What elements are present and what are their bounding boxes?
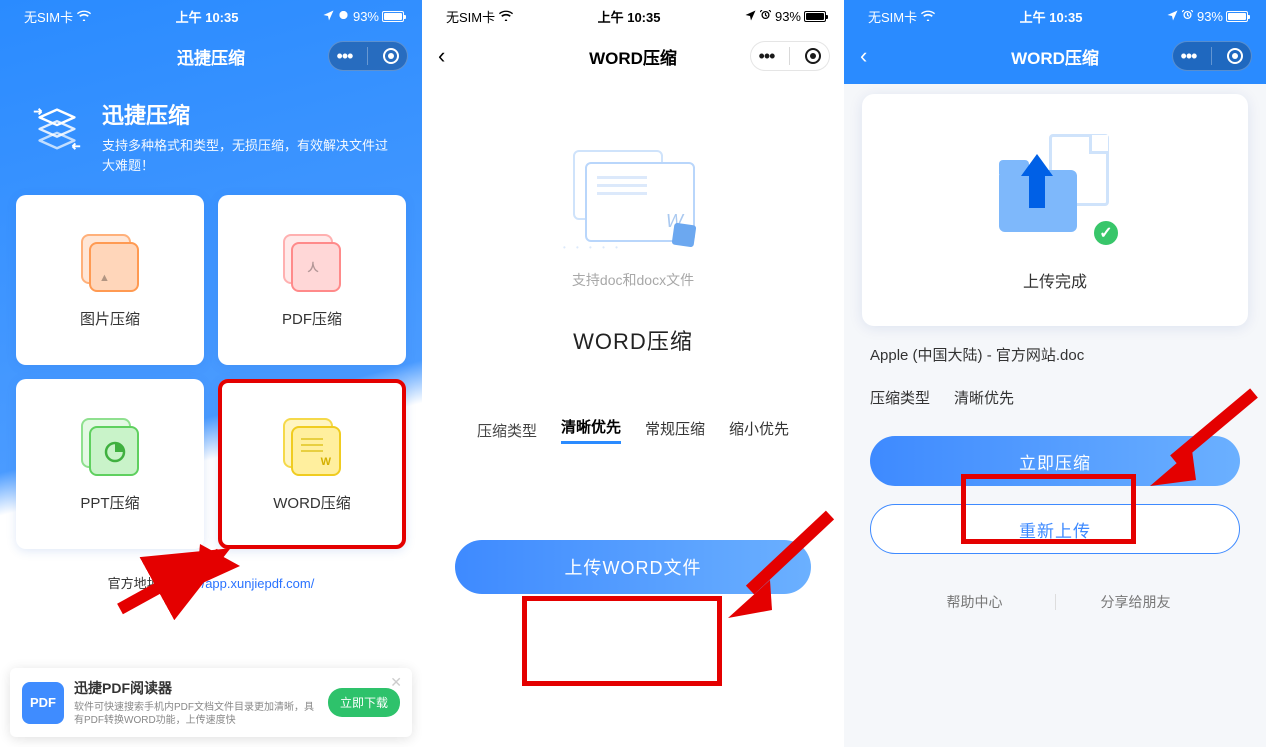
status-bar: 无SIM卡 上午 10:35 93% bbox=[422, 0, 844, 32]
card-label: WORD压缩 bbox=[273, 492, 351, 513]
card-pdf-compress[interactable]: 人 PDF压缩 bbox=[218, 195, 406, 365]
footer-link[interactable]: 官方地址：http://app.xunjiepdf.com/ bbox=[0, 573, 422, 592]
option-minsize[interactable]: 缩小优先 bbox=[729, 418, 789, 443]
page-title: WORD压缩 bbox=[589, 44, 677, 69]
image-icon: ▲ bbox=[79, 232, 141, 294]
navbar: 迅捷压缩 ••• bbox=[0, 32, 422, 80]
sim-status: 无SIM卡 bbox=[868, 7, 917, 26]
footer-prefix: 官方地址： bbox=[108, 576, 173, 591]
more-icon[interactable]: ••• bbox=[337, 47, 353, 65]
location-icon bbox=[1167, 9, 1178, 24]
battery-icon bbox=[382, 11, 404, 22]
capsule-menu[interactable]: ••• bbox=[1172, 41, 1252, 71]
compress-button[interactable]: 立即压缩 bbox=[870, 436, 1240, 486]
battery-percent: 93% bbox=[353, 9, 379, 24]
card-image-compress[interactable]: ▲ 图片压缩 bbox=[16, 195, 204, 365]
close-miniapp-icon[interactable] bbox=[805, 48, 821, 64]
card-word-compress[interactable]: W WORD压缩 bbox=[218, 379, 406, 549]
location-icon bbox=[745, 9, 756, 24]
option-label: 压缩类型 bbox=[477, 420, 537, 441]
uploaded-filename: Apple (中国大陆) - 官方网站.doc bbox=[844, 344, 1266, 365]
section-title: WORD压缩 bbox=[573, 324, 693, 356]
pdf-icon: 人 bbox=[281, 232, 343, 294]
alarm-icon bbox=[1182, 9, 1193, 24]
upload-button[interactable]: 上传WORD文件 bbox=[455, 540, 811, 594]
option-normal[interactable]: 常规压缩 bbox=[645, 418, 705, 443]
status-time: 上午 10:35 bbox=[1020, 7, 1083, 26]
back-button[interactable]: ‹ bbox=[860, 43, 867, 69]
close-miniapp-icon[interactable] bbox=[383, 48, 399, 64]
screen-compress-ready: 无SIM卡 上午 10:35 93% ‹ WORD压缩 ••• ✓ 上传完成 A… bbox=[844, 0, 1266, 747]
wifi-icon bbox=[77, 9, 91, 24]
page-title: WORD压缩 bbox=[1011, 44, 1099, 69]
ad-close-icon[interactable]: ✕ bbox=[390, 674, 402, 691]
card-label: PDF压缩 bbox=[282, 308, 342, 329]
compress-type-row: 压缩类型 清晰优先 bbox=[844, 387, 1266, 408]
battery-icon bbox=[1226, 11, 1248, 22]
upload-done-text: 上传完成 bbox=[1023, 268, 1087, 292]
card-label: 图片压缩 bbox=[80, 308, 140, 329]
bottom-links: 帮助中心 分享给朋友 bbox=[844, 592, 1266, 612]
compress-options: 压缩类型 清晰优先 常规压缩 缩小优先 bbox=[477, 416, 789, 444]
word-icon: W bbox=[281, 416, 343, 478]
battery-percent: 93% bbox=[1197, 9, 1223, 24]
support-text: 支持doc和docx文件 bbox=[572, 270, 694, 290]
more-icon[interactable]: ••• bbox=[1181, 47, 1197, 65]
navbar: ‹ WORD压缩 ••• bbox=[844, 32, 1266, 80]
ad-title: 迅捷PDF阅读器 bbox=[74, 678, 318, 698]
ppt-icon bbox=[79, 416, 141, 478]
card-label: PPT压缩 bbox=[80, 492, 139, 513]
close-miniapp-icon[interactable] bbox=[1227, 48, 1243, 64]
upload-complete-card: ✓ 上传完成 bbox=[862, 94, 1248, 326]
hero-subtitle: 支持多种格式和类型，无损压缩，有效解决文件过大难题！ bbox=[102, 136, 394, 175]
card-ppt-compress[interactable]: PPT压缩 bbox=[16, 379, 204, 549]
ad-subtitle: 软件可快速搜索手机内PDF文档文件目录更加清晰，具有PDF转换WORD功能，上传… bbox=[74, 701, 318, 727]
upload-complete-icon: ✓ bbox=[995, 134, 1115, 244]
capsule-menu[interactable]: ••• bbox=[750, 41, 830, 71]
status-bar: 无SIM卡 上午 10:35 93% bbox=[844, 0, 1266, 32]
type-label: 压缩类型 bbox=[870, 387, 930, 408]
battery-icon bbox=[804, 11, 826, 22]
alarm-icon bbox=[760, 9, 771, 24]
navbar: ‹ WORD压缩 ••• bbox=[422, 32, 844, 80]
capsule-menu[interactable]: ••• bbox=[328, 41, 408, 71]
reupload-button[interactable]: 重新上传 bbox=[870, 504, 1240, 554]
status-bar: 无SIM卡 上午 10:35 93% bbox=[0, 0, 422, 32]
wifi-icon bbox=[921, 9, 935, 24]
feature-grid: ▲ 图片压缩 人 PDF压缩 PPT压缩 W WORD压缩 bbox=[0, 195, 422, 549]
check-icon: ✓ bbox=[1091, 218, 1121, 248]
back-button[interactable]: ‹ bbox=[438, 43, 445, 69]
battery-percent: 93% bbox=[775, 9, 801, 24]
wifi-icon bbox=[499, 9, 513, 24]
hero: 迅捷压缩 支持多种格式和类型，无损压缩，有效解决文件过大难题！ bbox=[0, 80, 422, 195]
option-clarity[interactable]: 清晰优先 bbox=[561, 416, 621, 444]
screen-word-upload: 无SIM卡 上午 10:35 93% ‹ WORD压缩 ••• W • • • … bbox=[422, 0, 844, 747]
footer-url[interactable]: http://app.xunjiepdf.com/ bbox=[173, 576, 315, 591]
ad-app-icon: PDF bbox=[22, 682, 64, 724]
more-icon[interactable]: ••• bbox=[759, 47, 775, 65]
sim-status: 无SIM卡 bbox=[24, 7, 73, 26]
type-value: 清晰优先 bbox=[954, 387, 1014, 408]
document-illustration: W • • • • • bbox=[563, 140, 703, 250]
ad-banner[interactable]: PDF 迅捷PDF阅读器 软件可快速搜索手机内PDF文档文件目录更加清晰，具有P… bbox=[10, 668, 412, 737]
page-title: 迅捷压缩 bbox=[177, 44, 245, 69]
status-time: 上午 10:35 bbox=[176, 7, 239, 26]
sim-status: 无SIM卡 bbox=[446, 7, 495, 26]
status-time: 上午 10:35 bbox=[598, 7, 661, 26]
ad-download-button[interactable]: 立即下载 bbox=[328, 688, 400, 717]
location-icon bbox=[323, 9, 334, 24]
help-link[interactable]: 帮助中心 bbox=[895, 592, 1055, 612]
alarm-icon bbox=[338, 9, 349, 24]
share-link[interactable]: 分享给朋友 bbox=[1056, 592, 1216, 612]
hero-icon bbox=[28, 98, 86, 156]
screen-home: 无SIM卡 上午 10:35 93% 迅捷压缩 ••• 迅捷压缩 bbox=[0, 0, 422, 747]
hero-title: 迅捷压缩 bbox=[102, 98, 394, 130]
